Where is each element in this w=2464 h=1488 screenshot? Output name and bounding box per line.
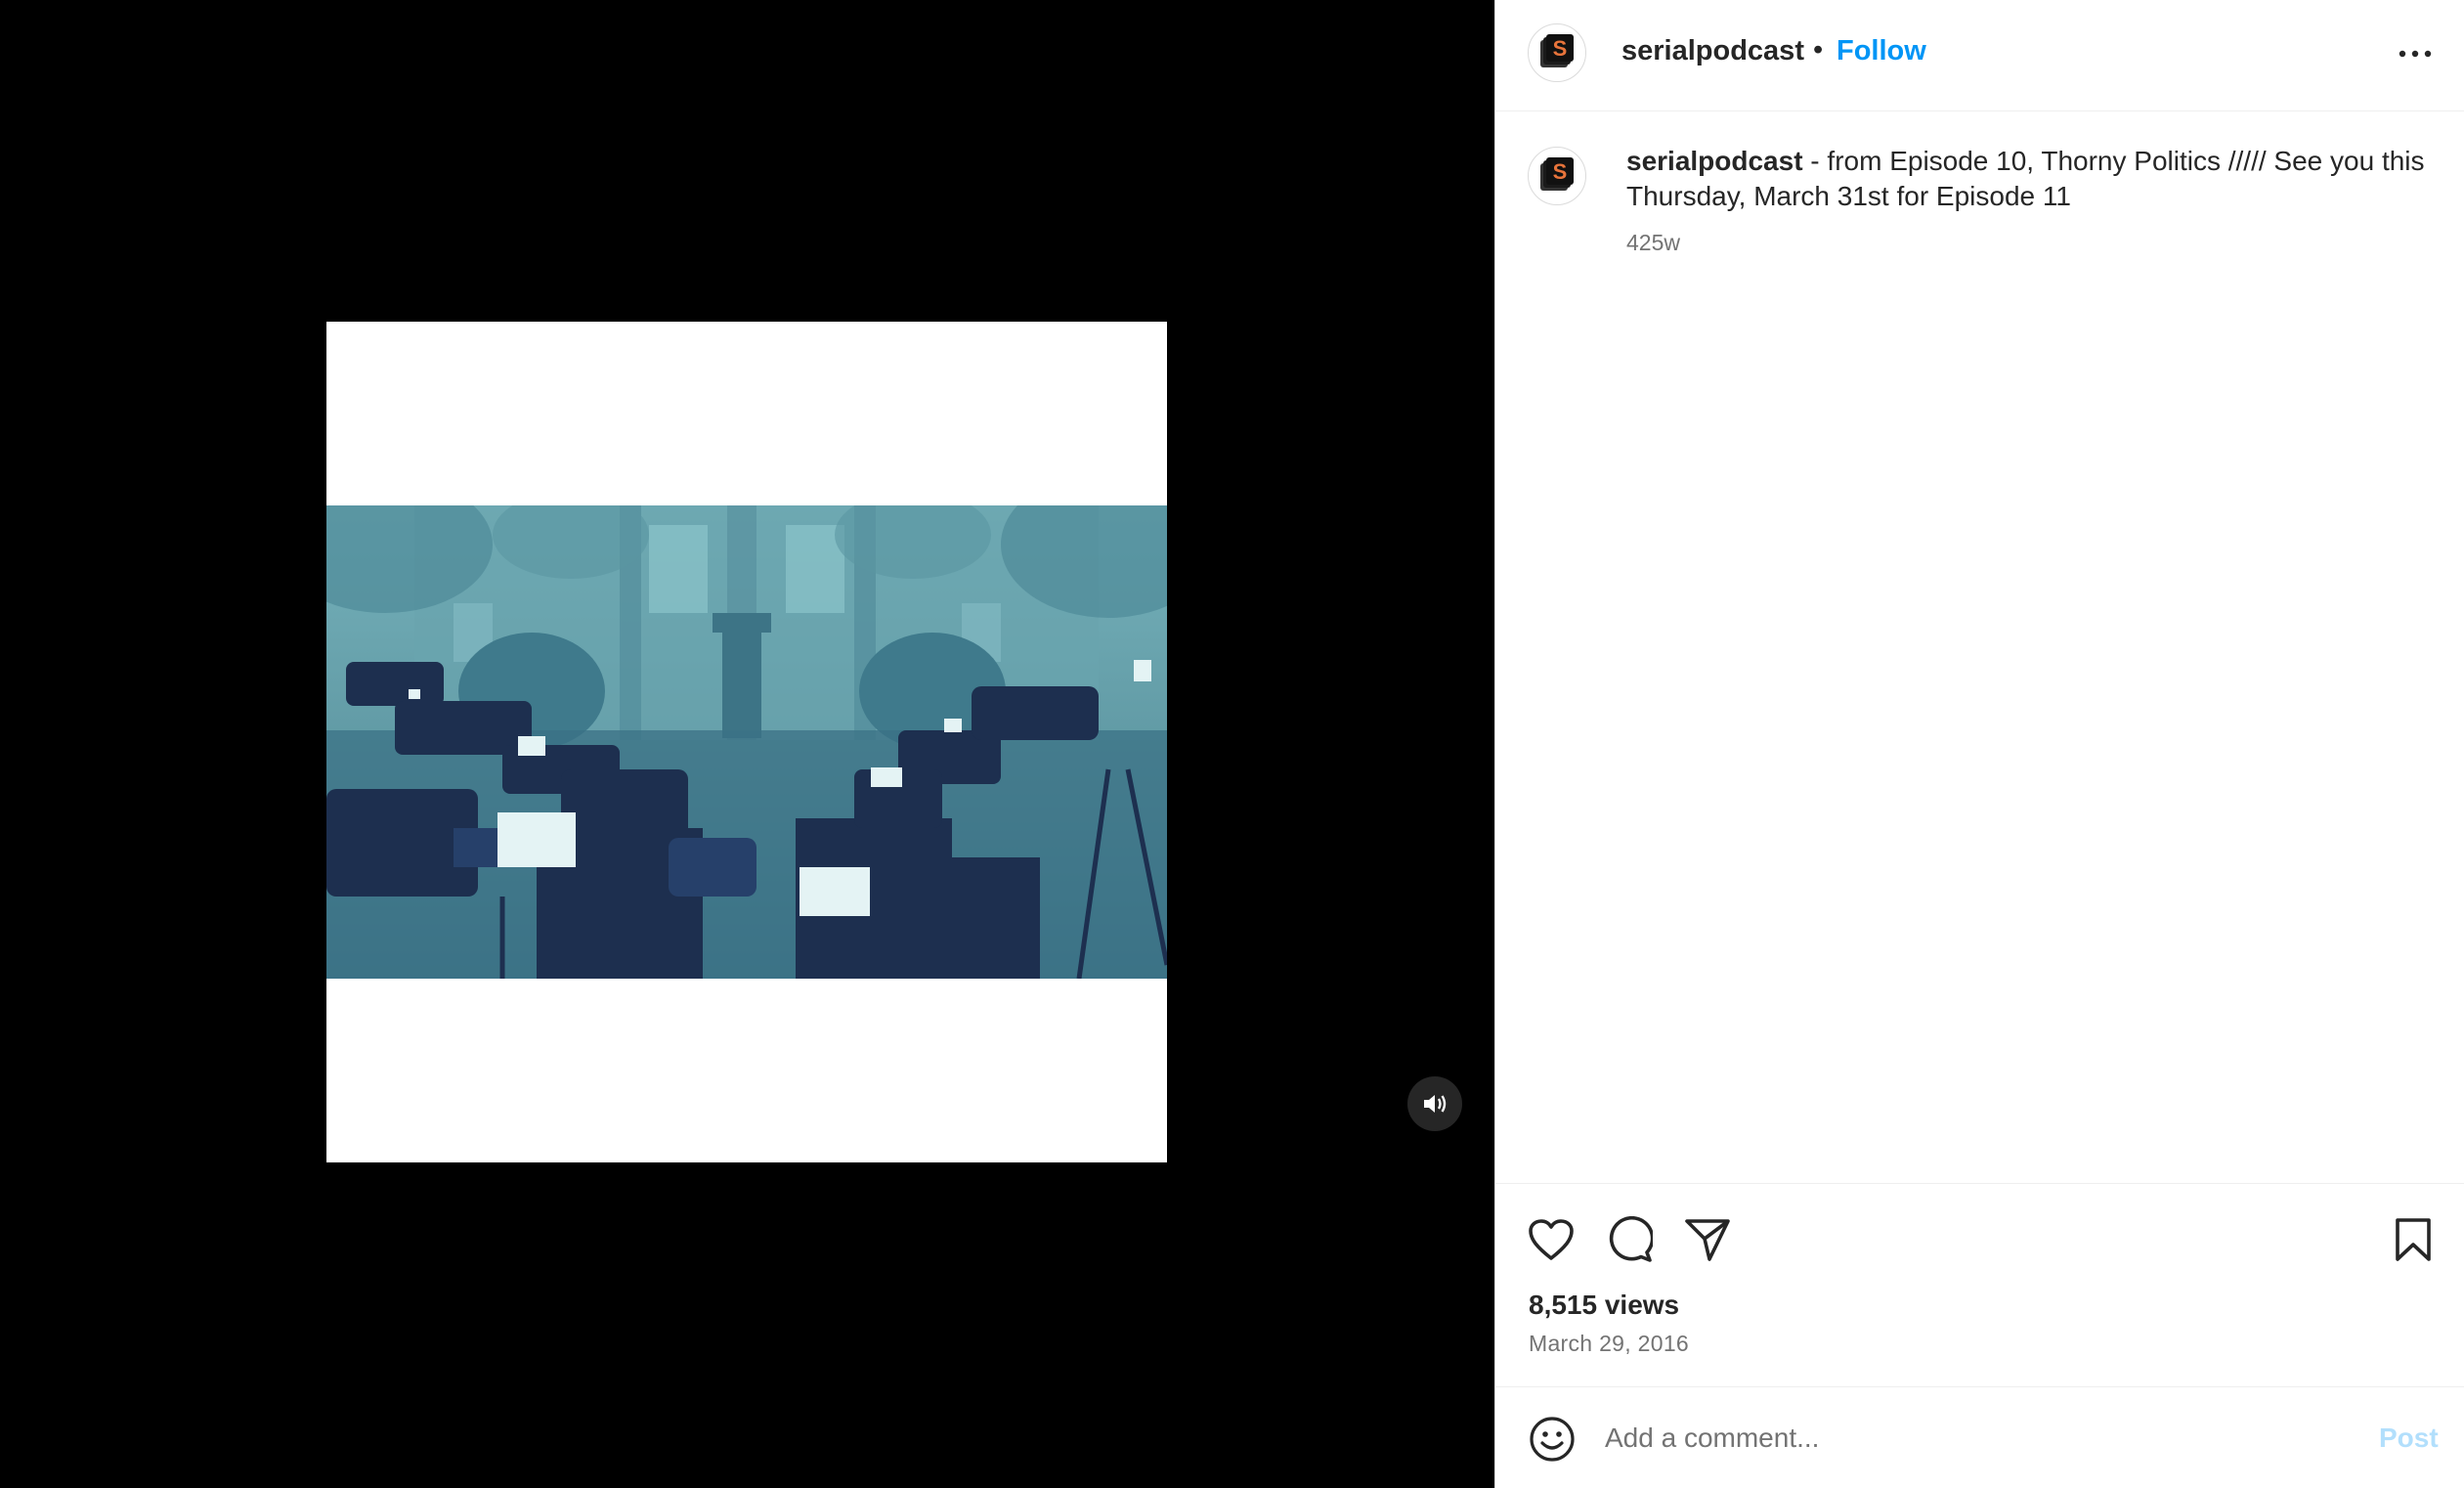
more-options-button[interactable] <box>2396 39 2435 68</box>
comment-input[interactable] <box>1605 1415 2328 1462</box>
bookmark-icon <box>2396 1218 2431 1261</box>
comment-bar: Post <box>1495 1386 2464 1488</box>
emoji-icon <box>1530 1417 1575 1462</box>
share-button[interactable] <box>1681 1213 1734 1266</box>
heart-icon <box>1529 1219 1574 1260</box>
like-button[interactable] <box>1525 1213 1578 1266</box>
post-actions: 8,515 views March 29, 2016 <box>1495 1183 2464 1388</box>
svg-text:S: S <box>1553 159 1568 184</box>
caption-timestamp[interactable]: 425w <box>1626 230 1680 256</box>
views-count[interactable]: 8,515 views <box>1529 1290 1679 1321</box>
comment-button[interactable] <box>1603 1213 1656 1266</box>
caption-avatar[interactable]: S <box>1528 147 1586 205</box>
video-frame-image <box>326 505 1167 979</box>
post-header: S serialpodcast • Follow <box>1495 0 2464 111</box>
post-comment-button[interactable]: Post <box>2379 1422 2439 1454</box>
serial-logo-icon: S <box>1540 157 1574 191</box>
post-author-username[interactable]: serialpodcast <box>1621 35 1804 67</box>
video-player[interactable] <box>326 322 1167 1162</box>
post-sidebar: S serialpodcast • Follow S serialpodcast… <box>1494 0 2464 1488</box>
post-caption: serialpodcast - from Episode 10, Thorny … <box>1626 144 2428 214</box>
media-pane <box>0 0 1494 1488</box>
caption-username[interactable]: serialpodcast <box>1626 146 1803 176</box>
post-date[interactable]: March 29, 2016 <box>1529 1331 1689 1357</box>
avatar[interactable]: S <box>1528 23 1586 82</box>
more-options-icon <box>2399 50 2432 58</box>
volume-icon <box>1424 1095 1447 1113</box>
separator-dot: • <box>1813 34 1824 66</box>
save-button[interactable] <box>2387 1213 2440 1266</box>
svg-text:S: S <box>1553 36 1568 61</box>
follow-button[interactable]: Follow <box>1837 35 1926 67</box>
comment-icon <box>1609 1216 1653 1262</box>
mute-toggle-button[interactable] <box>1407 1076 1462 1131</box>
emoji-button[interactable] <box>1528 1415 1577 1464</box>
serial-logo-icon: S <box>1540 34 1574 67</box>
share-icon <box>1685 1219 1730 1261</box>
